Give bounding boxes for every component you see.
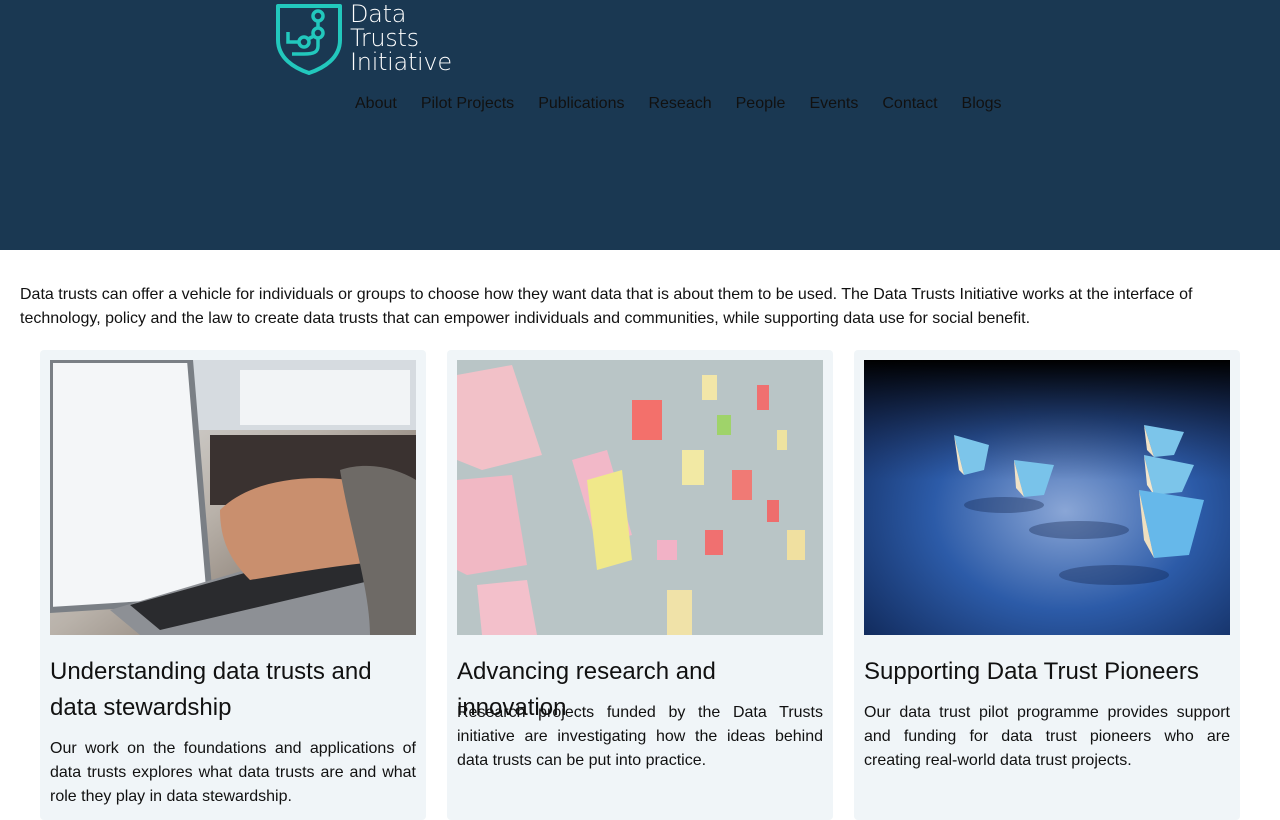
nav-item-pilot-projects[interactable]: Pilot Projects [421, 94, 514, 114]
card-image-laptop[interactable] [50, 360, 416, 635]
site-logo[interactable]: Data Trusts Initiative [274, 2, 452, 76]
feature-cards: Understanding data trusts and data stewa… [40, 350, 1240, 820]
card-body: Our data trust pilot programme provides … [864, 704, 1230, 769]
card-image-sticky-notes[interactable] [457, 360, 823, 635]
main-nav: About Pilot Projects Publications Reseac… [355, 94, 1026, 114]
nav-item-research[interactable]: Reseach [648, 94, 711, 114]
logo-line-1: Data [350, 0, 407, 28]
card-understanding[interactable]: Understanding data trusts and data stewa… [40, 350, 426, 820]
site-header: Data Trusts Initiative About Pilot Proje… [0, 0, 1280, 250]
nav-item-events[interactable]: Events [809, 94, 858, 114]
card-title: Understanding data trusts and data stewa… [50, 658, 372, 721]
logo-line-2: Trusts [350, 24, 419, 52]
intro-text: Data trusts can offer a vehicle for indi… [20, 286, 1193, 327]
card-title: Supporting Data Trust Pioneers [864, 658, 1199, 685]
nav-item-about[interactable]: About [355, 94, 397, 114]
card-body: Our work on the foundations and applicat… [50, 740, 416, 805]
nav-item-publications[interactable]: Publications [538, 94, 624, 114]
nav-item-blogs[interactable]: Blogs [962, 94, 1002, 114]
card-image-paper-boats[interactable] [864, 360, 1230, 635]
nav-item-contact[interactable]: Contact [882, 94, 937, 114]
logo-line-3: Initiative [350, 48, 452, 76]
card-research[interactable]: Advancing research and innovation Resear… [447, 350, 833, 820]
nav-item-people[interactable]: People [736, 94, 786, 114]
logo-wordmark: Data Trusts Initiative [350, 2, 452, 74]
card-pioneers[interactable]: Supporting Data Trust Pioneers Our data … [854, 350, 1240, 820]
shield-logo-icon [276, 4, 342, 75]
card-body: Research projects funded by the Data Tru… [457, 704, 823, 769]
